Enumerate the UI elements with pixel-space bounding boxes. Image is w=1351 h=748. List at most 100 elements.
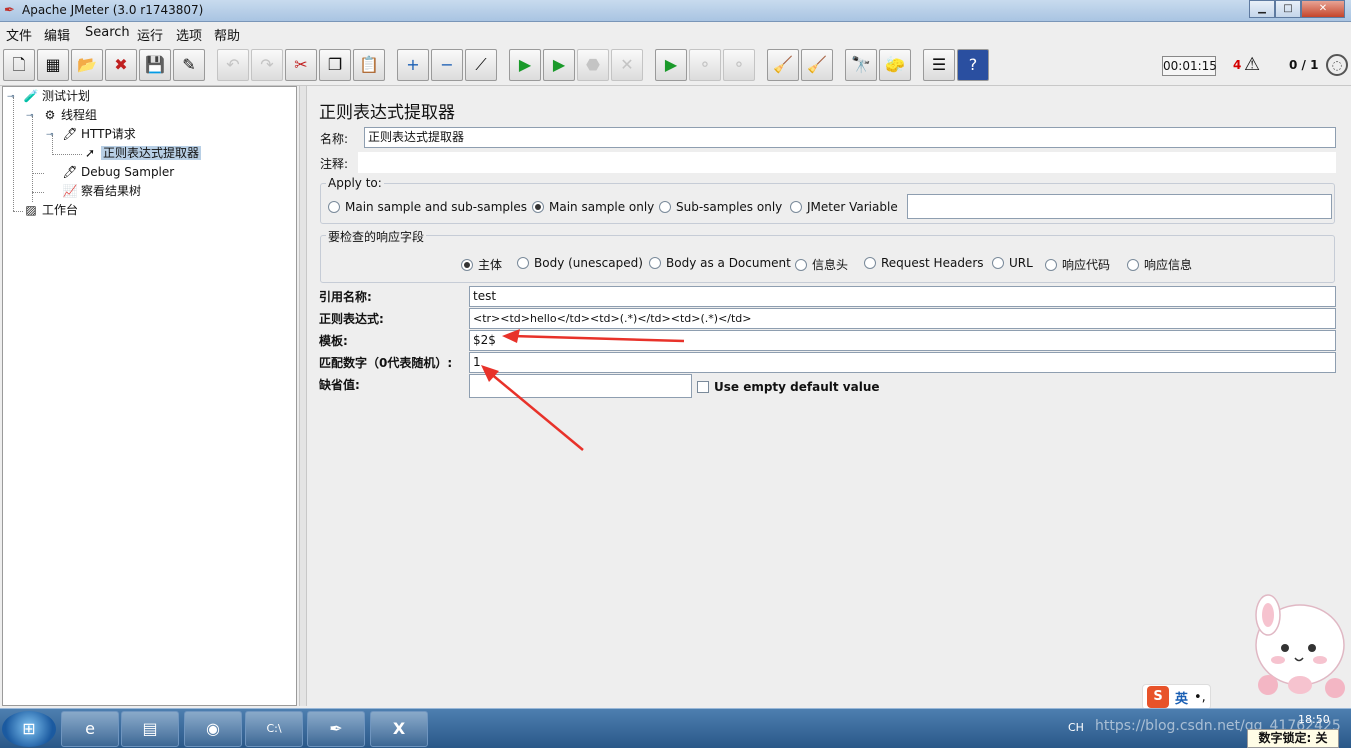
menu-options[interactable]: 选项 xyxy=(176,25,202,44)
start-button[interactable]: ⊞ xyxy=(2,711,56,747)
tree-node-view-results-tree[interactable]: 📈 察看结果树 xyxy=(62,182,142,201)
menu-bar: 文件 编辑 Search 运行 选项 帮助 xyxy=(0,22,1351,44)
new-icon[interactable]: 🗋 xyxy=(3,49,35,81)
jmeter-variable-field[interactable] xyxy=(907,194,1332,219)
toggle-icon[interactable]: ⟋ xyxy=(465,49,497,81)
start-no-pause-icon[interactable]: ▶ xyxy=(543,49,575,81)
sampler-icon: 🖊 xyxy=(62,127,78,141)
copy-icon[interactable]: ❐ xyxy=(319,49,351,81)
search-icon[interactable]: 🔭 xyxy=(845,49,877,81)
workbench-icon: ▨ xyxy=(25,203,37,217)
close-icon[interactable]: ✖ xyxy=(105,49,137,81)
template-field[interactable]: $2$ xyxy=(469,330,1336,351)
reference-name-label: 引用名称: xyxy=(319,290,372,304)
name-label: 名称: xyxy=(320,132,349,146)
default-value-label: 缺省值: xyxy=(319,378,360,392)
radio-url[interactable]: URL xyxy=(992,256,1033,270)
remote-stop-icon[interactable]: ⚬ xyxy=(689,49,721,81)
help-icon[interactable]: ? xyxy=(957,49,989,81)
radio-body[interactable]: 主体 xyxy=(461,256,502,273)
tree-node-workbench[interactable]: ▨ 工作台 xyxy=(23,201,78,220)
clear-icon[interactable]: 🧹 xyxy=(767,49,799,81)
save-icon[interactable]: 💾 xyxy=(139,49,171,81)
expander-icon[interactable]: ⊸ xyxy=(26,111,34,121)
save-as-icon[interactable]: ✎ xyxy=(173,49,205,81)
tree-node-regex-extractor[interactable]: ➚ 正则表达式提取器 xyxy=(82,144,202,163)
menu-edit[interactable]: 编辑 xyxy=(44,25,70,44)
menu-run[interactable]: 运行 xyxy=(137,25,163,44)
maximize-button[interactable]: □ xyxy=(1275,0,1301,18)
redo-icon[interactable]: ↷ xyxy=(251,49,283,81)
templates-icon[interactable]: ▦ xyxy=(37,49,69,81)
menu-search[interactable]: Search xyxy=(85,25,130,40)
comment-field[interactable] xyxy=(358,152,1336,173)
language-indicator[interactable]: CH xyxy=(1068,721,1084,734)
radio-headers[interactable]: 信息头 xyxy=(795,256,848,273)
menu-help[interactable]: 帮助 xyxy=(214,25,240,44)
reset-search-icon[interactable]: 🧽 xyxy=(879,49,911,81)
jmeter-icon[interactable]: ✒ xyxy=(307,711,365,747)
warning-icon[interactable]: ⚠ xyxy=(1244,54,1260,75)
apply-to-title: Apply to: xyxy=(326,176,384,190)
reference-name-field[interactable]: test xyxy=(469,286,1336,307)
close-button[interactable]: ✕ xyxy=(1301,0,1345,18)
minimize-button[interactable]: ▁ xyxy=(1249,0,1275,18)
remote-shutdown-icon[interactable]: ⚬ xyxy=(723,49,755,81)
regex-label: 正则表达式: xyxy=(319,312,384,326)
radio-request-headers[interactable]: Request Headers xyxy=(864,256,984,270)
ime-language-toggle[interactable]: 英 xyxy=(1175,688,1188,707)
ime-punctuation-icon[interactable]: •, xyxy=(1194,690,1206,705)
radio-main-only[interactable]: Main sample only xyxy=(532,200,654,214)
tree-node-thread-group[interactable]: ⚙ 线程组 xyxy=(42,106,97,125)
global-status-icon: ◌ xyxy=(1326,54,1348,76)
title-bar: ✒ Apache JMeter (3.0 r1743807) ▁ □ ✕ xyxy=(0,0,1351,22)
post-processor-icon: ➚ xyxy=(84,146,96,160)
cut-icon[interactable]: ✂ xyxy=(285,49,317,81)
xming-icon[interactable]: X xyxy=(370,711,428,747)
match-no-field[interactable]: 1 xyxy=(469,352,1336,373)
undo-icon[interactable]: ↶ xyxy=(217,49,249,81)
split-pane-divider[interactable] xyxy=(299,86,307,706)
regex-extractor-panel: 正则表达式提取器 名称: 正则表达式提取器 注释: Apply to: Main… xyxy=(308,86,1349,706)
remote-start-icon[interactable]: ▶ xyxy=(655,49,687,81)
field-to-check-title: 要检查的响应字段 xyxy=(326,228,427,245)
collapse-icon[interactable]: − xyxy=(431,49,463,81)
tree-node-debug-sampler[interactable]: 🖊 Debug Sampler xyxy=(62,163,174,182)
open-icon[interactable]: 📂 xyxy=(71,49,103,81)
tree-node-test-plan[interactable]: 🧪 测试计划 xyxy=(23,87,91,106)
window-title: Apache JMeter (3.0 r1743807) xyxy=(22,3,204,17)
numlock-indicator: 数字锁定: 关 xyxy=(1247,729,1339,748)
shutdown-icon[interactable]: ✕ xyxy=(611,49,643,81)
name-field[interactable]: 正则表达式提取器 xyxy=(364,127,1336,148)
checkbox-box[interactable] xyxy=(697,381,709,393)
radio-body-unescaped[interactable]: Body (unescaped) xyxy=(517,256,643,270)
sampler-icon: 🖊 xyxy=(62,165,78,179)
use-empty-default-checkbox[interactable]: Use empty default value xyxy=(697,380,880,394)
radio-body-as-document[interactable]: Body as a Document xyxy=(649,256,791,270)
clear-all-icon[interactable]: 🧹 xyxy=(801,49,833,81)
match-no-label: 匹配数字（0代表随机）: xyxy=(319,356,453,370)
menu-file[interactable]: 文件 xyxy=(6,25,32,44)
paste-icon[interactable]: 📋 xyxy=(353,49,385,81)
tree-node-http-request[interactable]: 🖊 HTTP请求 xyxy=(62,125,135,144)
radio-sub-only[interactable]: Sub-samples only xyxy=(659,200,782,214)
cmd-icon[interactable]: C:\ xyxy=(245,711,303,747)
radio-response-code[interactable]: 响应代码 xyxy=(1045,256,1110,273)
regex-field[interactable]: <tr><td>hello</td><td>(.*)</td><td>(.*)<… xyxy=(469,308,1336,329)
template-label: 模板: xyxy=(319,334,348,348)
radio-main-and-sub[interactable]: Main sample and sub-samples xyxy=(328,200,527,214)
explorer-icon[interactable]: ▤ xyxy=(121,711,179,747)
function-helper-icon[interactable]: ☰ xyxy=(923,49,955,81)
radio-response-message[interactable]: 响应信息 xyxy=(1127,256,1192,273)
stop-icon[interactable]: ⬣ xyxy=(577,49,609,81)
expand-icon[interactable]: + xyxy=(397,49,429,81)
default-value-field[interactable] xyxy=(469,374,692,398)
expander-icon[interactable]: ⊸ xyxy=(7,92,15,102)
start-icon[interactable]: ▶ xyxy=(509,49,541,81)
chrome-icon[interactable]: ◉ xyxy=(184,711,242,747)
radio-jmeter-variable[interactable]: JMeter Variable xyxy=(790,200,898,214)
ie-icon[interactable]: e xyxy=(61,711,119,747)
sogou-icon: S xyxy=(1147,686,1169,708)
ime-toolbar[interactable]: S 英 •, xyxy=(1142,684,1211,710)
expander-icon[interactable]: ⊸ xyxy=(46,130,54,140)
